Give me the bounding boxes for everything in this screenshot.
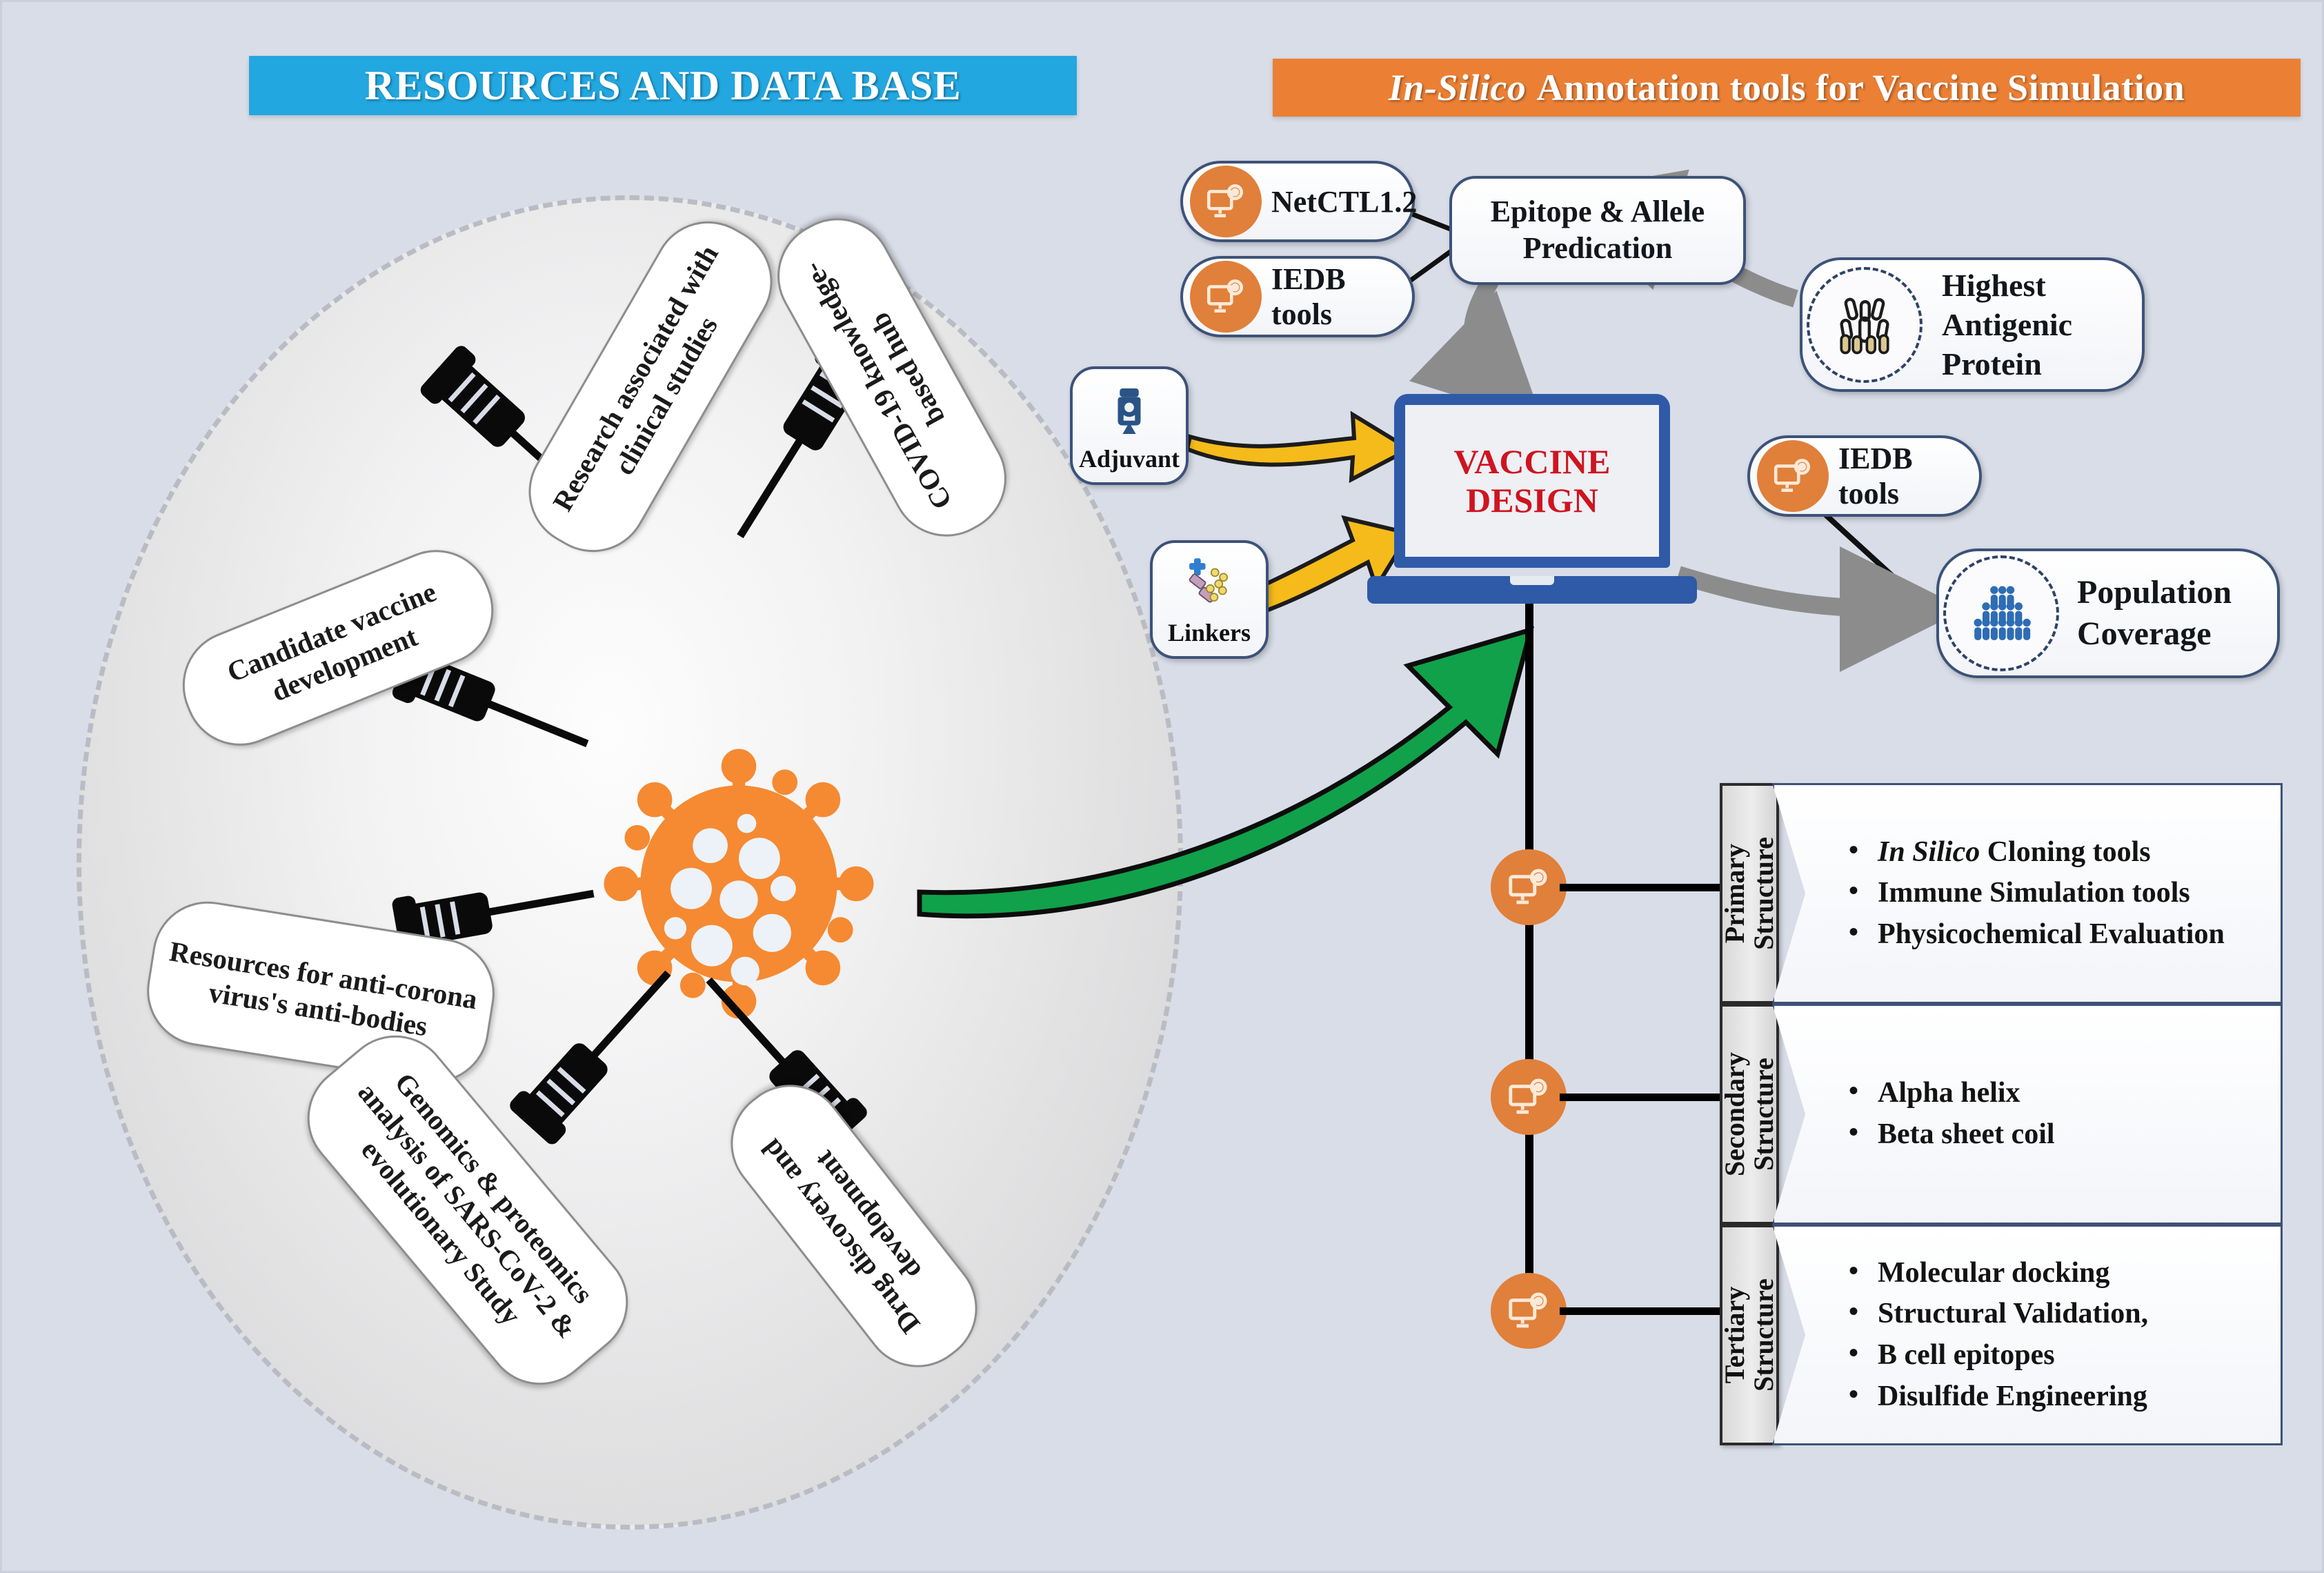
tool-chip-label: IEDB tools [1271,262,1346,331]
item-text: Alpha helix [1878,1077,2020,1109]
list-item: In Silico Cloning tools [1849,831,2225,873]
connector-line [1560,884,1725,891]
computer-gear-icon [1491,849,1567,925]
item-text: Immune Simulation tools [1878,877,2190,909]
vaccine-design-line1: VACCINE [1453,442,1611,481]
epitope-allele-prediction-box[interactable]: Epitope & Allele Predication [1449,176,1746,285]
band-primary-structure: Primary Structure [1719,783,1780,1004]
list-item: Molecular docking [1849,1252,2148,1294]
laptop-screen: VACCINE DESIGN [1394,394,1670,568]
molecule-linker-icon [1179,553,1240,617]
item-text: B cell epitopes [1878,1339,2055,1371]
computer-gear-icon [1491,1273,1567,1349]
band-line1: Tertiary [1719,1286,1751,1384]
list-item: Structural Validation, [1849,1292,2149,1335]
list-item: Disulfide Engineering [1849,1375,2148,1418]
adjuvant-node[interactable]: Adjuvant [1070,366,1189,485]
laptop-notch [1510,576,1554,585]
connector-line [1560,1094,1725,1101]
tool-chip-iedb-top[interactable]: IEDB tools [1180,256,1415,337]
laptop-base [1367,576,1697,604]
population-coverage-node[interactable]: Population Coverage [1936,548,2280,678]
vaccine-design-display: VACCINE DESIGN [1405,405,1659,557]
vaccine-vial-icon [1099,381,1160,445]
antibody-icon [1807,266,1923,383]
tool-chip-label: IEDB tools [1838,442,1913,511]
population-node-label: Population Coverage [2077,573,2232,652]
title-rest-part: Annotation tools for Vaccine Simulation [1536,67,2185,108]
band-tertiary-structure: Tertiary Structure [1719,1225,1780,1445]
band-label: Primary Structure [1719,837,1780,950]
list-item: B cell epitopes [1849,1334,2148,1376]
tool-chip-netctl[interactable]: NetCTL1.2 [1180,161,1418,242]
people-group-icon [1943,555,2059,671]
item-italic: In Silico [1878,835,1980,868]
band-label: Secondary Structure [1719,1052,1779,1176]
chevron-secondary-items: Alpha helix Beta sheet coil [1772,1004,2283,1225]
computer-gear-icon [1491,1059,1567,1135]
laptop-icon[interactable]: VACCINE DESIGN [1367,394,1697,604]
page-title-resources: RESOURCES AND DATA BASE [249,56,1077,115]
coronavirus-icon [580,725,897,1042]
band-line2: Structure [1748,837,1780,950]
connector-line [1560,1307,1725,1315]
page-title-annotation: In-Silico Annotation tools for Vaccine S… [1273,59,2301,117]
tool-chip-label: NetCTL1.2 [1271,184,1418,219]
linkers-node[interactable]: Linkers [1150,540,1269,659]
computer-gear-icon [1757,440,1829,512]
pill-label: Resources for anti-corona virus's anti-b… [167,935,480,1042]
vaccine-design-line2: DESIGN [1466,481,1598,520]
tool-chip-iedb-right[interactable]: IEDB tools [1747,435,1982,517]
title-italic-part: In-Silico [1388,67,1527,108]
list-item: Physicochemical Evaluation [1849,913,2225,956]
list-item: Alpha helix [1849,1071,2055,1114]
item-text: Physicochemical Evaluation [1878,918,2225,950]
computer-gear-icon [1190,261,1262,333]
highest-antigenic-protein-node[interactable]: Highest Antigenic Protein [1800,257,2145,392]
band-line2: Structure [1748,1058,1779,1171]
band-line2: Structure [1748,1278,1780,1392]
list-item: Beta sheet coil [1849,1113,2055,1156]
linkers-label: Linkers [1167,618,1251,646]
diagram-canvas: RESOURCES AND DATA BASE In-Silico Annota… [0,0,2324,1573]
chevron-primary-items: In Silico Cloning tools Immune Simulatio… [1772,783,2283,1004]
item-text: Disulfide Engineering [1878,1380,2147,1412]
antigenic-node-label: Highest Antigenic Protein [1942,267,2073,382]
band-label: Tertiary Structure [1719,1278,1780,1392]
prediction-box-label: Epitope & Allele Predication [1490,195,1705,265]
item-text: Cloning tools [1987,835,2151,868]
band-line1: Primary [1719,843,1751,944]
band-secondary-structure: Secondary Structure [1719,1004,1779,1225]
computer-gear-icon [1190,166,1262,237]
item-text: Beta sheet coil [1878,1118,2055,1150]
list-item: Immune Simulation tools [1849,871,2225,914]
chevron-tertiary-items: Molecular docking Structural Validation,… [1772,1225,2283,1445]
band-line1: Secondary [1719,1052,1750,1176]
item-text: Molecular docking [1878,1256,2110,1289]
item-text: Structural Validation, [1878,1298,2149,1330]
adjuvant-label: Adjuvant [1078,444,1180,473]
